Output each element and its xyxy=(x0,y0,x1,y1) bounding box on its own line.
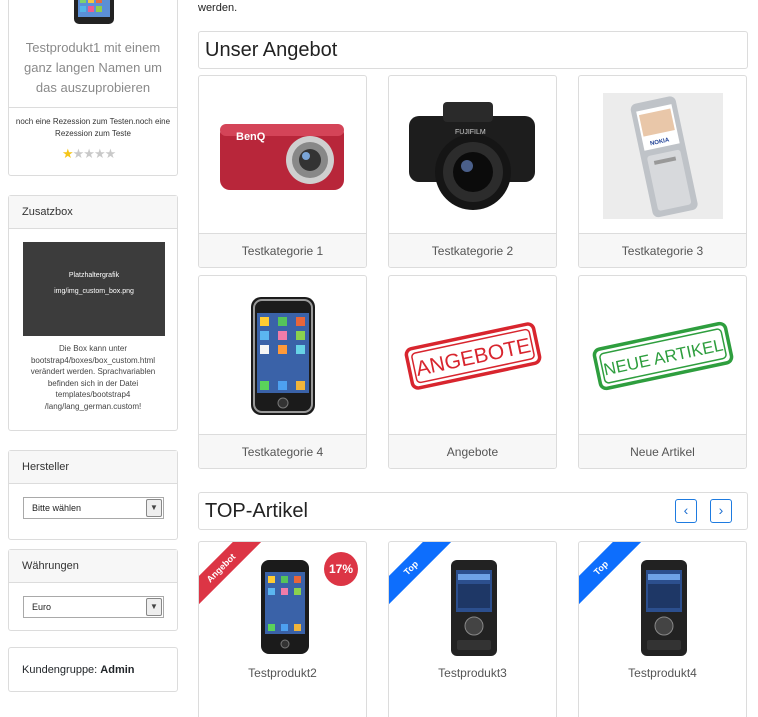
category-label[interactable]: Testkategorie 2 xyxy=(389,233,556,267)
currency-box: Währungen Euro ▼ xyxy=(8,549,178,631)
chevron-down-icon: ▼ xyxy=(146,499,162,517)
camera-icon: BenQ xyxy=(219,124,344,190)
sidebar-product-review: noch eine Rezession zum Testen.noch eine… xyxy=(9,107,177,140)
svg-text:BenQ: BenQ xyxy=(236,131,266,143)
product-tile[interactable]: Top Testprodukt4 xyxy=(578,541,747,717)
dslr-camera-icon: FUJIFILM xyxy=(408,102,535,210)
phone-icon: NOKIA xyxy=(602,93,723,219)
manufacturer-title: Hersteller xyxy=(9,451,177,484)
customer-group-box: Kundengruppe: Admin xyxy=(8,647,178,692)
placeholder-line: Platzhaltergrafik xyxy=(68,272,120,279)
category-label[interactable]: Angebote xyxy=(389,434,556,468)
category-label[interactable]: Neue Artikel xyxy=(579,434,746,468)
rating-stars: ★★★★★ xyxy=(62,146,116,161)
top-products-title: TOP-Artikel xyxy=(205,500,308,522)
stamp-text: NEUE ARTIKEL xyxy=(601,336,724,380)
discount-badge: 17% xyxy=(324,552,358,586)
currency-selected: Euro xyxy=(32,602,52,612)
product-tile[interactable]: Angebot 17% Testprodukt2 xyxy=(198,541,367,717)
sidebar-product-name[interactable]: Testprodukt1 mit einem ganz langen Namen… xyxy=(9,38,177,98)
smartphone-icon xyxy=(641,560,687,656)
chevron-down-icon: ▼ xyxy=(146,598,162,616)
category-label[interactable]: Testkategorie 4 xyxy=(199,434,366,468)
smartphone-icon xyxy=(451,560,497,656)
custom-box-title: Zusatzbox xyxy=(9,196,177,229)
placeholder-line: img/img_custom_box.png xyxy=(54,288,134,295)
sidebar-product-box: Testprodukt1 mit einem ganz langen Namen… xyxy=(8,0,178,176)
product-name[interactable]: Testprodukt3 xyxy=(389,666,556,680)
ribbon-badge: Top xyxy=(579,542,644,611)
custom-box-text: Die Box kann unter bootstrap4/boxes/box_… xyxy=(30,344,156,411)
ribbon-badge: Top xyxy=(389,542,454,611)
category-tile[interactable]: FUJIFILM Testkategorie 2 xyxy=(388,75,557,268)
smartphone-icon xyxy=(261,560,309,654)
new-items-stamp-icon: NEUE ARTIKEL xyxy=(592,321,733,391)
product-tile[interactable]: Top Testprodukt3 xyxy=(388,541,557,717)
customer-group-value: Admin xyxy=(100,664,135,676)
category-tile[interactable]: NEUE ARTIKEL Neue Artikel xyxy=(578,275,747,469)
chevron-right-icon[interactable]: › xyxy=(710,499,732,523)
category-tile[interactable]: ANGEBOTE Angebote xyxy=(388,275,557,469)
currency-title: Währungen xyxy=(9,550,177,583)
manufacturer-box: Hersteller Bitte wählen ▼ xyxy=(8,450,178,540)
category-tile[interactable]: NOKIA Testkategorie 3 xyxy=(578,75,747,268)
customer-group-label: Kundengruppe: xyxy=(22,664,98,676)
offers-stamp-icon: ANGEBOTE xyxy=(404,322,541,390)
manufacturer-selected: Bitte wählen xyxy=(32,503,82,513)
category-tile[interactable]: Testkategorie 4 xyxy=(198,275,367,469)
ribbon-badge: Angebot xyxy=(199,542,264,611)
category-label[interactable]: Testkategorie 3 xyxy=(579,233,746,267)
manufacturer-select[interactable]: Bitte wählen ▼ xyxy=(23,497,164,519)
smartphone-icon[interactable] xyxy=(70,0,118,27)
product-name[interactable]: Testprodukt2 xyxy=(199,666,366,680)
chevron-left-icon[interactable]: ‹ xyxy=(675,499,697,523)
custom-box: Zusatzbox Platzhaltergrafik img/img_cust… xyxy=(8,195,178,431)
category-tile[interactable]: BenQ Testkategorie 1 xyxy=(198,75,367,268)
product-name[interactable]: Testprodukt4 xyxy=(579,666,746,680)
custom-box-placeholder-image: Platzhaltergrafik img/img_custom_box.png xyxy=(23,242,165,336)
intro-text: werden. xyxy=(198,2,238,14)
offers-heading: Unser Angebot xyxy=(198,31,748,69)
top-products-heading: TOP-Artikel ‹ › xyxy=(198,492,748,530)
currency-select[interactable]: Euro ▼ xyxy=(23,596,164,618)
smartphone-icon xyxy=(250,297,315,415)
category-label[interactable]: Testkategorie 1 xyxy=(199,233,366,267)
